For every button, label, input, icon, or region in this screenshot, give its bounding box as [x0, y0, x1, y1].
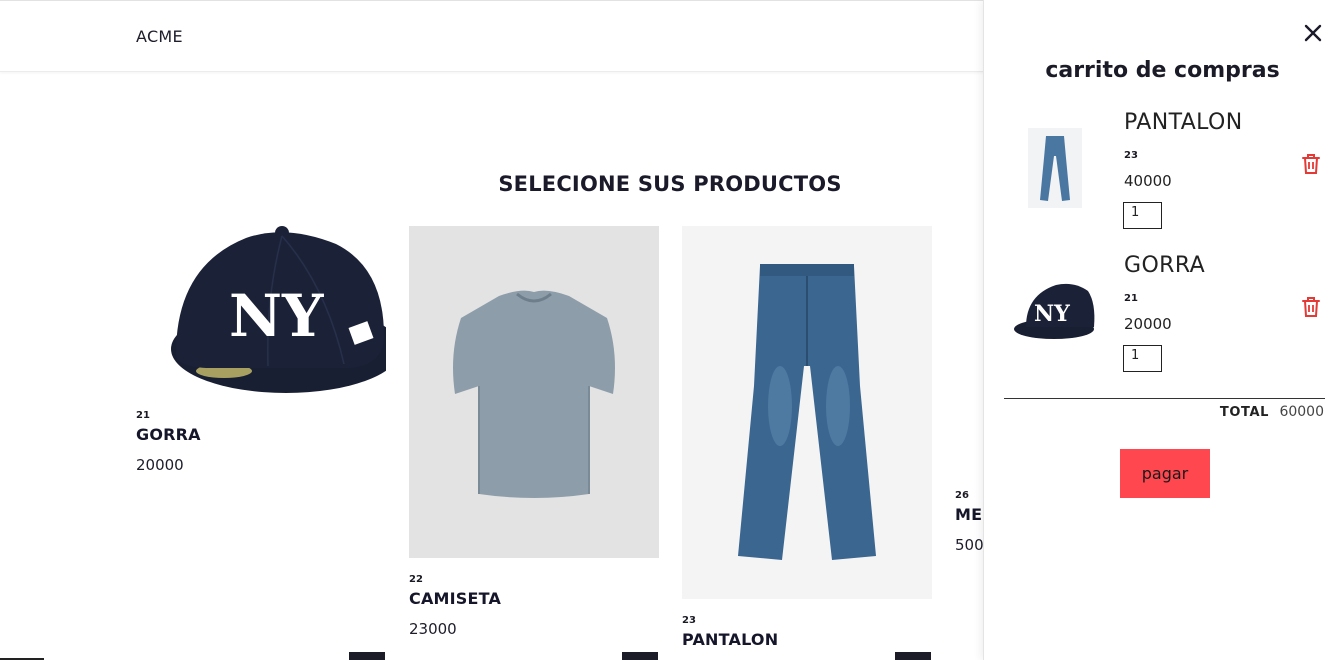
cart-item-image-cap: NY: [1012, 277, 1102, 357]
cart-panel: carrito de compras PANTALON 23 40000 1 N…: [983, 0, 1340, 660]
cart-item-price: 40000: [1124, 172, 1172, 190]
product-card-camiseta: 22 CAMISETA 23000: [409, 226, 659, 638]
cart-item-name: PANTALON: [1124, 110, 1243, 135]
product-card-gorra: NY 21 GORRA 20000: [136, 226, 386, 474]
cart-divider: [1004, 398, 1325, 399]
total-label: TOTAL: [1219, 405, 1269, 420]
product-id: 23: [682, 615, 696, 626]
cart-item-name: GORRA: [1124, 253, 1206, 278]
close-icon[interactable]: [1302, 22, 1324, 44]
quantity-input[interactable]: 1: [1123, 345, 1162, 372]
pay-button[interactable]: pagar: [1120, 449, 1210, 498]
cart-total: TOTAL 60000: [1220, 404, 1324, 420]
cart-item-id: 23: [1124, 150, 1138, 161]
svg-text:NY: NY: [1034, 301, 1070, 327]
cart-item-image-jeans: [1006, 128, 1096, 208]
svg-text:NY: NY: [229, 282, 324, 350]
add-to-cart-button[interactable]: [349, 652, 385, 660]
brand-logo[interactable]: ACME: [136, 27, 183, 46]
product-image-cap[interactable]: NY: [136, 226, 386, 402]
total-value: 60000: [1279, 404, 1324, 420]
cart-title: carrito de compras: [1045, 58, 1280, 83]
product-price: 23000: [409, 620, 457, 638]
product-name: PANTALON: [682, 630, 779, 649]
add-to-cart-button[interactable]: [622, 652, 658, 660]
page: ACME SELECIONE SUS PRODUCTOS NY 21 GORRA…: [0, 0, 1340, 660]
product-name: CAMISETA: [409, 589, 502, 608]
cart-item: NY GORRA 21 20000 1: [984, 253, 1340, 383]
product-image-jeans[interactable]: [682, 226, 932, 599]
cart-item-price: 20000: [1124, 315, 1172, 333]
product-image-tshirt[interactable]: [409, 226, 659, 558]
cart-item-id: 21: [1124, 293, 1138, 304]
product-card-pantalon: 23 PANTALON: [682, 226, 932, 649]
cart-item: PANTALON 23 40000 1: [984, 110, 1340, 240]
product-name: GORRA: [136, 425, 201, 444]
product-id: 22: [409, 574, 423, 585]
trash-icon[interactable]: [1300, 295, 1322, 319]
trash-icon[interactable]: [1300, 152, 1322, 176]
quantity-input[interactable]: 1: [1123, 202, 1162, 229]
product-id: 21: [136, 410, 150, 421]
product-price: 20000: [136, 456, 184, 474]
add-to-cart-button[interactable]: [895, 652, 931, 660]
